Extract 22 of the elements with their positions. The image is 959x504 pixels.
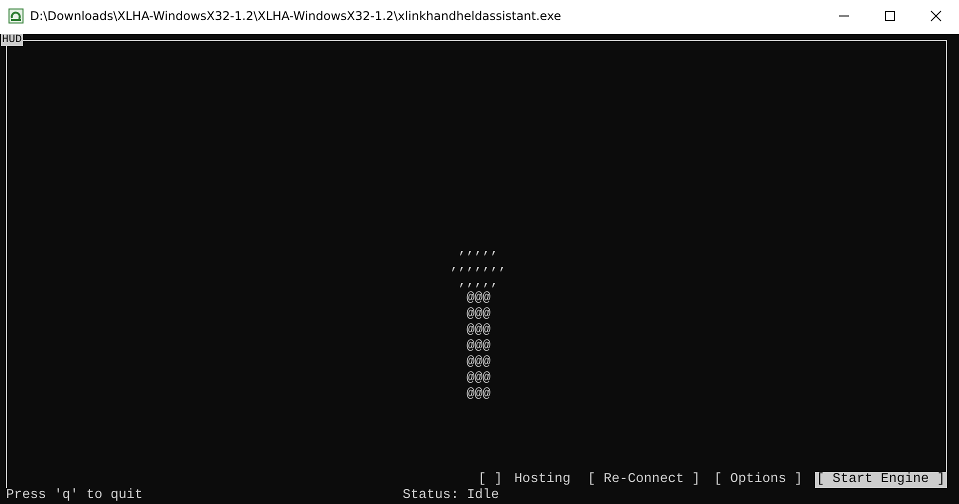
checkbox[interactable]: [ ] xyxy=(478,472,502,488)
ascii-art-line: @@@ xyxy=(466,355,491,371)
ascii-art-line: @@@ xyxy=(466,371,491,387)
status-text: Status: Idle xyxy=(402,488,500,504)
ascii-art-line: ,,,,, xyxy=(458,243,499,259)
close-icon xyxy=(930,10,942,22)
ascii-art-line: ,,,,, xyxy=(458,275,499,291)
ascii-art-line: ,,,,,,, xyxy=(450,259,507,275)
ascii-art-line: @@@ xyxy=(466,323,491,339)
app-icon xyxy=(8,8,24,24)
frame-label: HUD xyxy=(1,34,23,46)
ascii-art-line: @@@ xyxy=(466,307,491,323)
window-title: D:\Downloads\XLHA-WindowsX32-1.2\XLHA-WindowsX32-1.2\xlinkhandheldassistant.exe xyxy=(30,8,562,22)
checkbox-label: Hosting xyxy=(514,472,571,488)
console-button[interactable]: [ Start Engine ] xyxy=(815,472,946,488)
quit-hint: Press 'q' to quit xyxy=(6,488,143,504)
ascii-art-line: @@@ xyxy=(466,387,491,403)
ascii-art-line: @@@ xyxy=(466,291,491,307)
console-button[interactable]: [ Re-Connect ] xyxy=(586,472,702,488)
console-button[interactable]: [ Options ] xyxy=(713,472,804,488)
ascii-art-line: @@@ xyxy=(466,339,491,355)
maximize-icon xyxy=(884,10,896,22)
